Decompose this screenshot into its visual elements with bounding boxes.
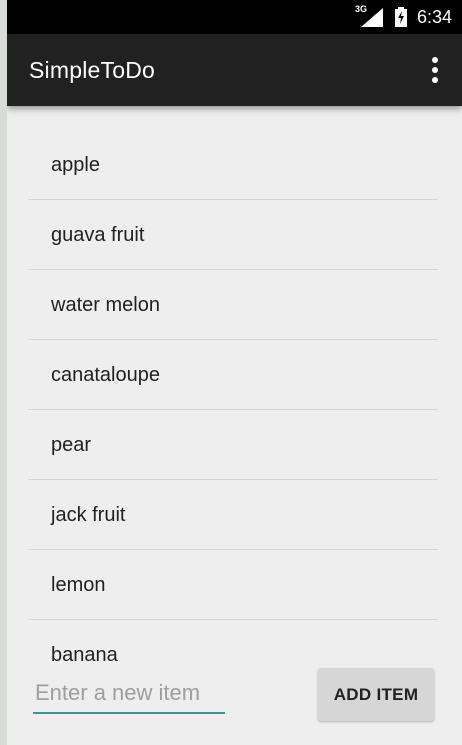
clock: 6:34 xyxy=(416,6,452,27)
list-item[interactable]: pear xyxy=(28,410,438,480)
list-item[interactable]: jack fruit xyxy=(28,480,438,550)
list-item-label: pear xyxy=(51,434,92,456)
status-icons: 3G 6:34 xyxy=(355,0,452,34)
list-item[interactable]: apple xyxy=(28,130,438,200)
list-item-label: canataloupe xyxy=(51,364,160,386)
list-item-label: apple xyxy=(51,154,100,176)
window-edge xyxy=(0,0,7,745)
list-item[interactable]: canataloupe xyxy=(28,340,438,410)
app-bar: SimpleToDo xyxy=(7,34,462,106)
add-item-button[interactable]: ADD ITEM xyxy=(318,668,434,721)
network-type-label: 3G xyxy=(354,4,367,14)
battery-charging-icon xyxy=(394,7,407,27)
list-item[interactable]: lemon xyxy=(28,550,438,620)
todo-list: apple guava fruit water melon canataloup… xyxy=(28,130,438,689)
list-item-label: water melon xyxy=(51,294,160,316)
list-item[interactable]: water melon xyxy=(28,270,438,340)
list-item-label: lemon xyxy=(51,574,106,596)
more-vert-icon[interactable] xyxy=(430,56,440,84)
list-item[interactable]: guava fruit xyxy=(28,200,438,270)
signal-icon: 3G xyxy=(354,4,385,28)
app-title: SimpleToDo xyxy=(29,57,155,83)
status-bar: 3G 6:34 xyxy=(7,0,462,34)
list-item-label: guava fruit xyxy=(51,224,145,246)
new-item-row: ADD ITEM xyxy=(7,660,462,745)
app-screen: 3G 6:34 SimpleToDo apple guava fruit wat… xyxy=(7,0,462,745)
new-item-input[interactable] xyxy=(33,674,225,714)
list-item-label: jack fruit xyxy=(51,504,126,526)
